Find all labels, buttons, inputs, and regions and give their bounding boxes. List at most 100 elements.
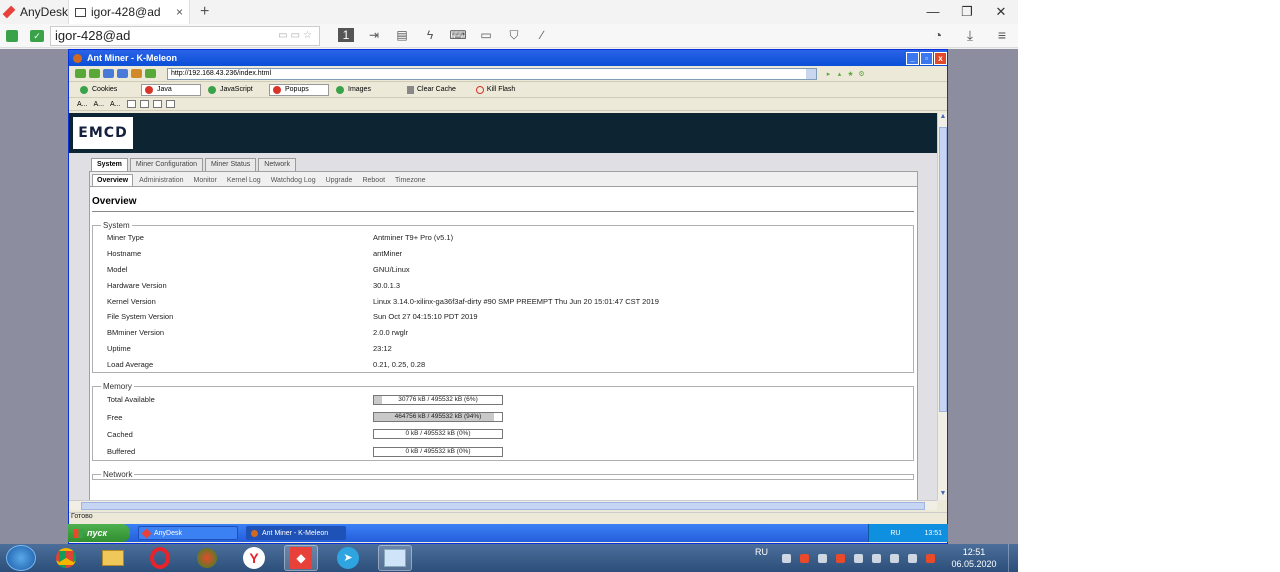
alert-icon[interactable] <box>836 553 845 563</box>
url-input[interactable]: http://192.168.43.236/index.html <box>167 67 817 80</box>
go-arrow-icon[interactable]: ▸ <box>823 70 834 78</box>
forward-icon[interactable] <box>89 69 100 78</box>
back-icon[interactable] <box>75 69 86 78</box>
taskbar-pin-explorer[interactable] <box>96 545 130 571</box>
scroll-down-icon[interactable]: ▼ <box>938 490 948 500</box>
windows-start-button[interactable] <box>6 545 36 571</box>
clock[interactable]: 12:51 06.05.2020 <box>944 546 1004 570</box>
reload-icon[interactable] <box>117 69 128 78</box>
power-icon[interactable] <box>890 553 899 563</box>
keyboard-icon[interactable]: ⌨ <box>444 28 472 43</box>
subtab-timezone[interactable]: Timezone <box>391 175 429 186</box>
chat-icon[interactable]: ▤ <box>388 28 416 43</box>
taskbar-pin-window[interactable] <box>378 545 412 571</box>
anydesk-logo[interactable]: AnyDesk <box>0 5 68 19</box>
switch-side-icon[interactable]: ⇥ <box>360 28 388 43</box>
flag-icon[interactable] <box>854 553 863 563</box>
clear-cache-button[interactable]: Clear Cache <box>407 85 456 94</box>
subtab-reboot[interactable]: Reboot <box>358 175 389 186</box>
connection-status-icon[interactable] <box>6 29 18 42</box>
hscroll-thumb[interactable] <box>81 502 925 510</box>
close-window-icon[interactable] <box>165 100 175 108</box>
display-tray-icon[interactable] <box>872 553 881 563</box>
taskbar-item-anydesk[interactable]: AnyDesk <box>138 526 238 540</box>
layout-icon[interactable] <box>139 100 149 108</box>
popups-toggle[interactable]: Popups <box>269 83 329 96</box>
layout-icon[interactable] <box>126 100 136 108</box>
url-dropdown-icon[interactable] <box>806 68 816 79</box>
browser-close-button[interactable]: x <box>934 51 947 65</box>
subtab-watchdog-log[interactable]: Watchdog Log <box>267 175 320 186</box>
download-icon[interactable]: ⤓ <box>954 27 986 44</box>
new-window-icon[interactable] <box>152 100 162 108</box>
show-desktop-button[interactable] <box>1008 544 1018 572</box>
browser-maximize-button[interactable]: ▫ <box>920 51 933 65</box>
menu-icon[interactable]: ≡ <box>986 27 1018 44</box>
tab-miner-configuration[interactable]: Miner Configuration <box>129 158 203 171</box>
settings-gear-icon[interactable]: ⚙ <box>856 70 867 78</box>
restore-button[interactable]: ❐ <box>950 4 984 20</box>
subtab-monitor[interactable]: Monitor <box>190 175 221 186</box>
tab-system[interactable]: System <box>91 158 128 171</box>
permissions-shield-icon[interactable]: ⛉ <box>500 28 528 43</box>
volume-icon[interactable] <box>908 553 917 563</box>
display-1-icon[interactable]: 1 <box>338 28 354 42</box>
history-icon[interactable]: ◔ <box>922 27 954 44</box>
javascript-toggle[interactable]: JavaScript <box>205 83 265 96</box>
remote-address-input[interactable]: igor-428@ad ▭▭☆ <box>50 25 320 46</box>
info-value: 2.0.0 rwglr <box>373 328 409 338</box>
actions-lightning-icon[interactable]: ϟ <box>416 28 444 43</box>
emcd-logo: EMCD <box>73 117 133 149</box>
subtab-overview[interactable]: Overview <box>92 174 134 186</box>
subtab-kernel-log[interactable]: Kernel Log <box>223 175 265 186</box>
network-legend: Network <box>103 470 133 480</box>
address-actions-icon[interactable]: ▭▭☆ <box>278 30 315 41</box>
cookies-toggle[interactable]: Cookies <box>77 83 137 96</box>
home-icon[interactable] <box>131 69 142 78</box>
new-tab-button[interactable]: + <box>190 3 209 21</box>
signal-icon[interactable] <box>818 553 827 563</box>
taskbar-pin-chrome[interactable] <box>49 545 83 571</box>
tab-network[interactable]: Network <box>258 158 296 171</box>
display-icon[interactable]: ▭ <box>472 28 500 43</box>
kill-flash-button[interactable]: Kill Flash <box>475 85 515 94</box>
antivirus-icon[interactable] <box>926 553 935 563</box>
bookmark-star-icon[interactable]: ★ <box>845 70 856 78</box>
taskbar-pin-opera[interactable] <box>143 545 177 571</box>
bookmark-item[interactable]: A... <box>110 101 121 108</box>
tab-miner-status[interactable]: Miner Status <box>205 158 257 171</box>
up-icon[interactable]: ▴ <box>834 70 845 78</box>
bookmark-item[interactable]: A... <box>94 101 105 108</box>
taskbar-pin-anydesk[interactable]: ◆ <box>284 545 318 571</box>
browser-minimize-button[interactable]: _ <box>906 51 919 65</box>
bookmark-item[interactable]: A... <box>77 101 88 108</box>
anydesk-session-tab[interactable]: igor-428@ad × <box>68 0 190 24</box>
info-row: Hostname antMiner <box>107 246 899 262</box>
info-key: Kernel Version <box>107 296 156 306</box>
horizontal-scrollbar[interactable] <box>69 500 937 510</box>
taskbar-pin-app[interactable] <box>190 545 224 571</box>
go-icon[interactable] <box>145 69 156 78</box>
whiteboard-pen-icon[interactable]: ∕ <box>528 28 556 43</box>
language-indicator[interactable]: RU <box>755 547 768 557</box>
remote-start-button[interactable]: пуск <box>68 524 130 542</box>
vertical-scrollbar[interactable]: ▲ ▼ <box>937 113 947 500</box>
close-tab-icon[interactable]: × <box>176 5 183 19</box>
taskbar-pin-yandex[interactable]: Y <box>237 545 271 571</box>
telegram-tray-icon[interactable] <box>782 553 791 563</box>
trash-icon <box>407 85 414 94</box>
minimize-button[interactable]: — <box>916 4 950 20</box>
subtab-administration[interactable]: Administration <box>135 175 187 186</box>
subtab-upgrade[interactable]: Upgrade <box>322 175 357 186</box>
images-toggle[interactable]: Images <box>333 83 393 96</box>
anydesk-tray-icon[interactable] <box>800 553 809 563</box>
scroll-up-icon[interactable]: ▲ <box>938 113 948 123</box>
taskbar-item-kmeleon[interactable]: Ant Miner - K-Meleon <box>246 526 346 540</box>
scroll-thumb[interactable] <box>939 127 947 412</box>
accept-icon[interactable]: ✓ <box>30 29 44 42</box>
stop-icon[interactable] <box>103 69 114 78</box>
remote-language-indicator[interactable]: RU <box>890 530 900 537</box>
close-button[interactable]: ✕ <box>984 4 1018 20</box>
taskbar-pin-telegram[interactable]: ➤ <box>331 545 365 571</box>
java-toggle[interactable]: Java <box>141 83 201 96</box>
